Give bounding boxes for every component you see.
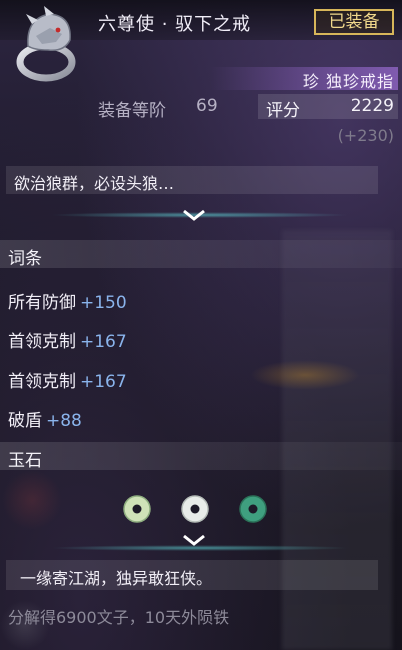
- affix-name: 破盾: [8, 411, 42, 431]
- affix-name: 所有防御: [8, 293, 76, 313]
- flavor-text: 欲治狼群，必设头狼…: [14, 174, 175, 193]
- equipment-tier-label: 装备等阶: [98, 101, 166, 121]
- affix-value: +167: [80, 372, 127, 392]
- equipped-badge: 已装备: [314, 9, 394, 35]
- chevron-down-icon[interactable]: [174, 530, 214, 550]
- affixes-title: 词条: [8, 249, 42, 269]
- affix-name: 首领克制: [8, 372, 76, 392]
- item-name: 六尊使 · 驭下之戒: [98, 14, 252, 35]
- jade-disc-icon[interactable]: [120, 492, 154, 526]
- affix-row: 首领克制 +167: [8, 327, 127, 352]
- weapon-glow: [250, 360, 360, 390]
- emblem-decoration: [2, 470, 62, 530]
- score-label: 评分: [266, 101, 300, 121]
- jades-title: 玉石: [8, 451, 42, 471]
- ring-icon: [16, 6, 76, 82]
- score-value: 2229: [350, 96, 394, 116]
- jade-disc-icon[interactable]: [178, 492, 212, 526]
- affix-value: +150: [80, 293, 127, 313]
- salvage-text: 分解得6900文子，10天外陨铁: [8, 608, 230, 627]
- affixes-header: [0, 240, 402, 268]
- affix-value: +167: [80, 332, 127, 352]
- jades-header: [0, 442, 402, 470]
- motto-text: 一缘寄江湖，独异敢狂侠。: [20, 569, 213, 588]
- affix-row: 破盾 +88: [8, 406, 82, 431]
- jade-disc-icon[interactable]: [236, 492, 270, 526]
- affix-value: +88: [46, 411, 82, 431]
- affix-row: 所有防御 +150: [8, 288, 127, 313]
- affix-row: 首领克制 +167: [8, 367, 127, 392]
- chevron-down-icon[interactable]: [174, 205, 214, 225]
- equipment-tier-value: 69: [196, 96, 218, 116]
- score-delta: (+230): [337, 126, 394, 145]
- affix-name: 首领克制: [8, 332, 76, 352]
- rarity-label: 珍 独珍戒指: [302, 72, 394, 91]
